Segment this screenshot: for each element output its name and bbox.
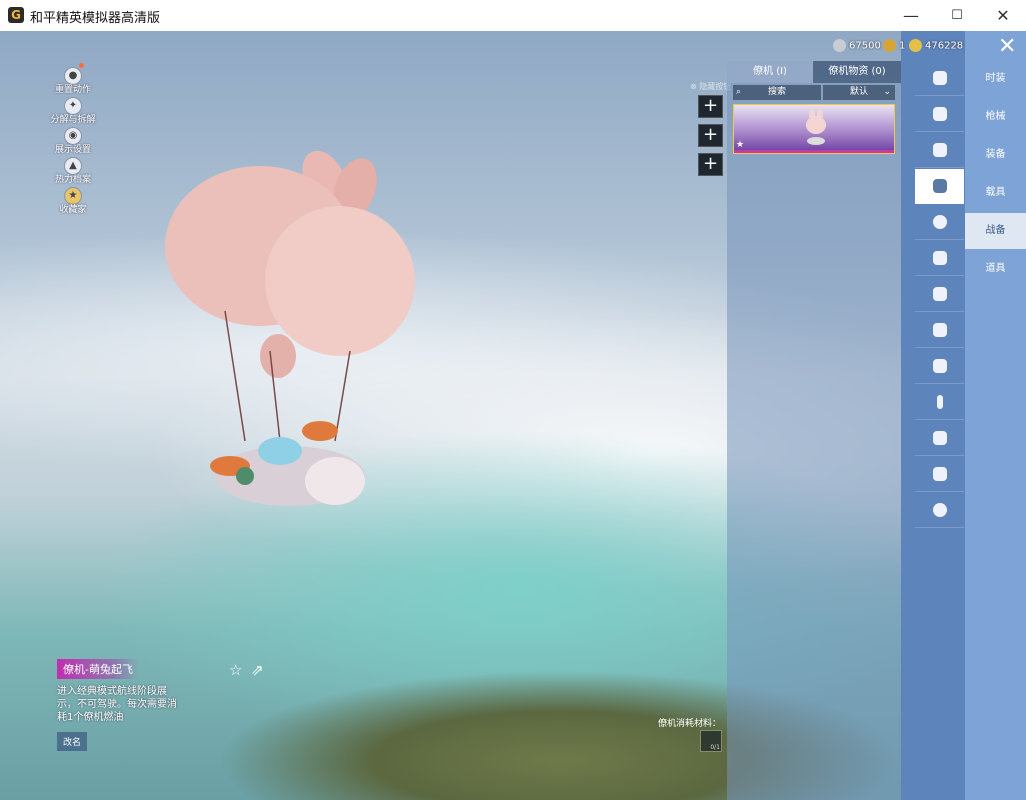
plane-rabbit-face bbox=[305, 457, 365, 505]
tab-wingman-supplies[interactable]: 僚机物资 (0) bbox=[813, 61, 901, 83]
heat-archive-tool[interactable]: ▲ 热力档案 bbox=[48, 153, 98, 185]
category-icon-column bbox=[901, 31, 965, 800]
rifle-icon[interactable] bbox=[915, 133, 964, 168]
category-menu: 时装 枪械 装备 载具 战备 道具 bbox=[965, 31, 1026, 800]
heat-archive-icon: ▲ bbox=[64, 157, 82, 175]
silver-currency: 67500 bbox=[833, 39, 881, 52]
maximize-button[interactable]: ☐ bbox=[934, 0, 980, 31]
notification-dot bbox=[79, 63, 84, 68]
plane-icon[interactable] bbox=[915, 169, 964, 204]
sort-dropdown[interactable]: 默认 ⌄ bbox=[823, 85, 895, 100]
magic-icon[interactable] bbox=[915, 457, 964, 492]
item-description: 进入经典模式航线阶段展示，不可驾驶。每次需要消耗1个僚机燃油 bbox=[57, 686, 177, 723]
panel-tabs: 僚机 (I) 僚机物资 (0) bbox=[727, 61, 901, 83]
fuel-material-slot[interactable]: 0/1 bbox=[700, 730, 722, 752]
rename-button[interactable]: 改名 bbox=[57, 732, 88, 751]
gold-currency: 1 bbox=[883, 39, 905, 52]
material-count: 0/1 bbox=[710, 744, 720, 751]
wingman-rabbit-balloon-preview bbox=[165, 151, 415, 506]
star-icon[interactable]: ☆ bbox=[229, 661, 242, 679]
balloon-tail bbox=[260, 334, 296, 378]
search-input[interactable]: ⌕ 搜索 bbox=[733, 85, 821, 100]
reset-action-tool[interactable]: ● 重置动作 bbox=[48, 63, 98, 95]
rarity-bar bbox=[734, 150, 894, 153]
search-placeholder: 搜索 bbox=[767, 87, 786, 97]
silver-coin-icon bbox=[833, 39, 846, 52]
gesture-icon[interactable] bbox=[915, 421, 964, 456]
emote-icon[interactable] bbox=[915, 205, 964, 240]
item-info: 僚机-萌兔起飞 进入经典模式航线阶段展示，不可驾驶。每次需要消耗1个僚机燃油 改… bbox=[57, 658, 217, 751]
user-reset-icon: ● bbox=[64, 67, 82, 85]
menu-equipment[interactable]: 装备 bbox=[965, 137, 1026, 173]
search-row: ⌕ 搜索 默认 ⌄ bbox=[733, 85, 895, 101]
tv-icon[interactable] bbox=[915, 313, 964, 348]
gun-icon[interactable] bbox=[915, 97, 964, 132]
share-icon[interactable]: ⇗ bbox=[251, 661, 264, 679]
menu-outfit[interactable]: 时装 bbox=[965, 61, 1026, 97]
app-logo-icon: G bbox=[8, 7, 24, 23]
carrot-engine-right bbox=[302, 421, 338, 441]
wingman-thumbnail bbox=[806, 109, 826, 145]
hide-buttons-hint[interactable]: ⊗ 隐藏按钮 bbox=[690, 81, 731, 92]
ufo-icon[interactable] bbox=[915, 493, 964, 528]
close-x-icon[interactable]: ✕ bbox=[998, 36, 1016, 58]
chevron-down-icon: ⌄ bbox=[883, 87, 891, 97]
gold-amount: 1 bbox=[899, 40, 906, 52]
item-title: 僚机-萌兔起飞 bbox=[57, 659, 139, 679]
photo-icon[interactable] bbox=[915, 349, 964, 384]
gold-shield-icon bbox=[909, 39, 922, 52]
favorite-star-icon: ★ bbox=[736, 140, 745, 150]
tab-wingman[interactable]: 僚机 (I) bbox=[727, 61, 813, 83]
voice-icon[interactable] bbox=[915, 277, 964, 312]
menu-combat-gear[interactable]: 战备 bbox=[965, 213, 1026, 249]
robot-icon[interactable] bbox=[915, 241, 964, 276]
silver-amount: 67500 bbox=[849, 40, 881, 52]
collector-tool[interactable]: ★ 收藏家 bbox=[48, 183, 98, 215]
menu-items[interactable]: 道具 bbox=[965, 251, 1026, 287]
wingman-item-card[interactable]: ★ bbox=[733, 104, 895, 154]
shield-amount: 476228 bbox=[925, 40, 964, 52]
plane-cockpit bbox=[258, 437, 302, 465]
add-slot-button-1[interactable]: + bbox=[698, 95, 723, 118]
outfit-icon[interactable] bbox=[915, 61, 964, 96]
tool-label: 收藏家 bbox=[59, 205, 87, 215]
game-scene: ● 重置动作 ✦ 分解与拆解 ◉ 展示设置 ▲ 热力档案 ★ 收藏家 ⊗ 隐藏按… bbox=[0, 31, 1026, 800]
add-slot-button-2[interactable]: + bbox=[698, 124, 723, 147]
balloon-head bbox=[265, 206, 415, 356]
add-slot-button-3[interactable]: + bbox=[698, 153, 723, 176]
gold-coin-icon bbox=[883, 39, 896, 52]
item-list-panel: 僚机 (I) 僚机物资 (0) ⌕ 搜索 默认 ⌄ ★ bbox=[727, 61, 901, 800]
materials-label: 僚机消耗材料： bbox=[658, 719, 722, 729]
shield-currency: 476228 bbox=[909, 39, 963, 52]
eye-icon: ◉ bbox=[64, 127, 82, 145]
left-toolbar: ● 重置动作 ✦ 分解与拆解 ◉ 展示设置 ▲ 热力档案 ★ 收藏家 bbox=[48, 63, 98, 215]
sort-label: 默认 bbox=[849, 87, 868, 97]
menu-guns[interactable]: 枪械 bbox=[965, 99, 1026, 135]
close-button[interactable]: ✕ bbox=[980, 0, 1026, 31]
gear-split-icon: ✦ bbox=[64, 97, 82, 115]
display-settings-tool[interactable]: ◉ 展示设置 bbox=[48, 123, 98, 155]
collector-badge-icon: ★ bbox=[64, 187, 82, 205]
window-titlebar: G 和平精英模拟器高清版 — ☐ ✕ bbox=[0, 0, 1026, 32]
minimize-button[interactable]: — bbox=[888, 0, 934, 31]
split-tool[interactable]: ✦ 分解与拆解 bbox=[48, 93, 98, 125]
search-icon: ⌕ bbox=[736, 87, 742, 97]
menu-vehicles[interactable]: 载具 bbox=[965, 175, 1026, 211]
propeller-left bbox=[236, 467, 254, 485]
window-title: 和平精英模拟器高清版 bbox=[30, 11, 161, 26]
spray-icon[interactable] bbox=[915, 385, 964, 420]
